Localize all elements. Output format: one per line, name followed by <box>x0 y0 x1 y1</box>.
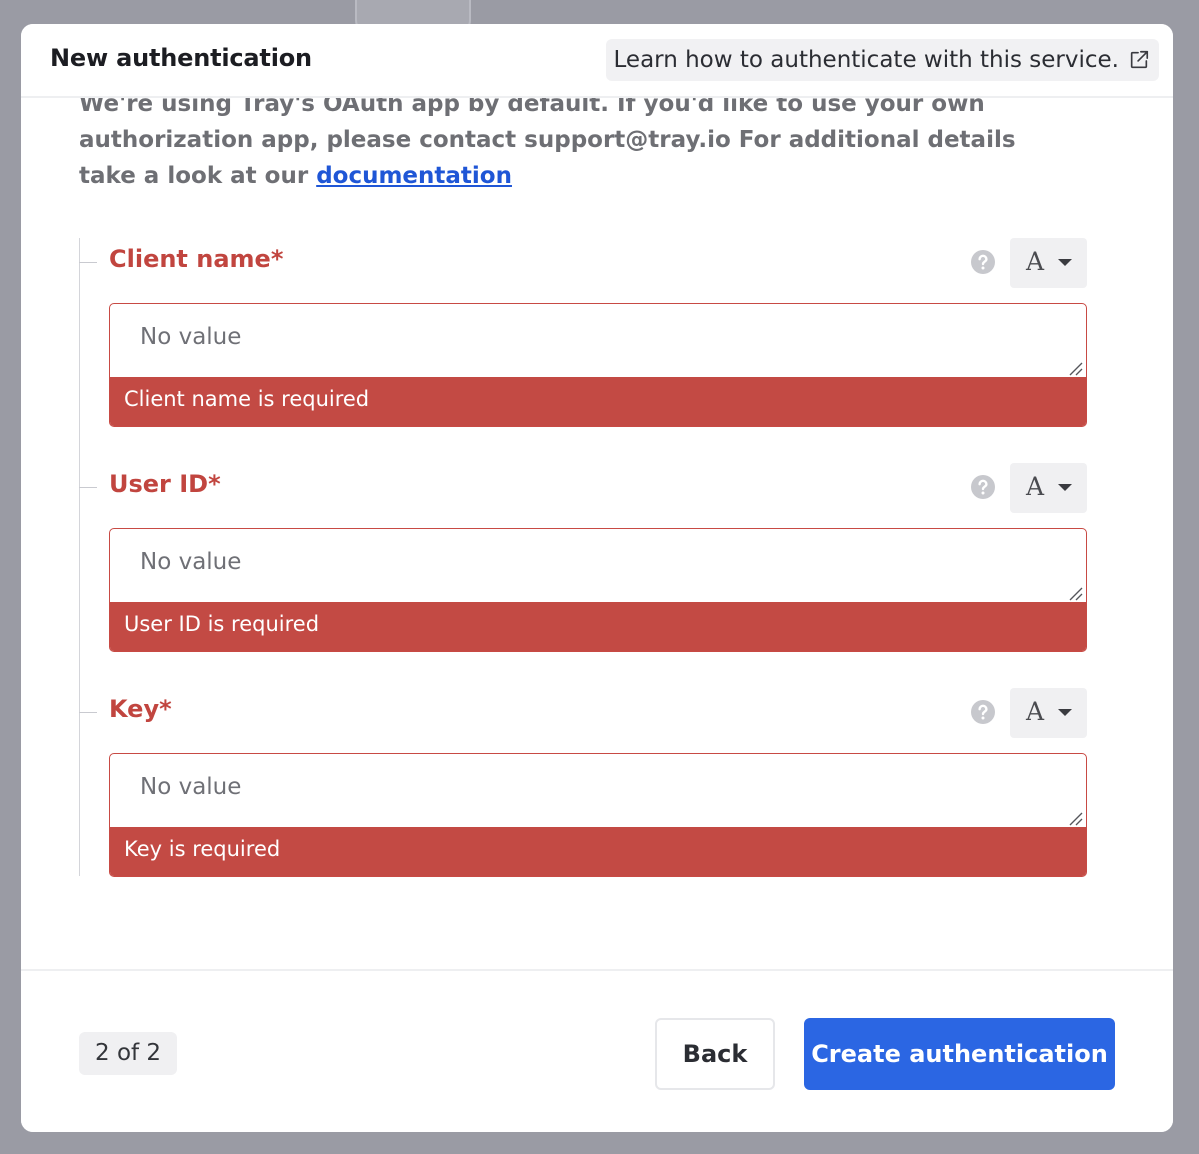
input-placeholder: No value <box>140 549 242 575</box>
error-message: Client name is required <box>124 387 370 411</box>
help-icon[interactable] <box>970 699 996 725</box>
user-id-input[interactable]: No value User ID is required <box>109 528 1087 652</box>
value-type-dropdown[interactable]: A <box>1010 238 1087 288</box>
text-type-letter: A <box>1026 247 1045 276</box>
help-icon[interactable] <box>970 249 996 275</box>
back-button[interactable]: Back <box>655 1018 775 1090</box>
auth-modal: We're using Tray's OAuth app by default.… <box>21 24 1173 1132</box>
field-connector <box>79 487 97 488</box>
input-placeholder: No value <box>140 774 242 800</box>
error-banner: User ID is required <box>110 602 1086 651</box>
field-label: Key* <box>109 695 172 723</box>
modal-header: New authentication Learn how to authenti… <box>21 24 1173 98</box>
caret-down-icon <box>1058 484 1072 491</box>
input-placeholder: No value <box>140 324 242 350</box>
value-type-dropdown[interactable]: A <box>1010 688 1087 738</box>
external-link-icon <box>1130 50 1149 69</box>
error-banner: Client name is required <box>110 377 1086 426</box>
field-label: User ID* <box>109 470 221 498</box>
text-type-letter: A <box>1026 472 1045 501</box>
field-group-rail <box>79 238 80 876</box>
intro-text-block: We're using Tray's OAuth app by default.… <box>79 86 1059 194</box>
error-message: Key is required <box>124 837 281 861</box>
error-message: User ID is required <box>124 612 320 636</box>
learn-auth-link-label: Learn how to authenticate with this serv… <box>613 47 1119 73</box>
field-label: Client name* <box>109 245 284 273</box>
error-banner: Key is required <box>110 827 1086 876</box>
create-authentication-button[interactable]: Create authentication <box>804 1018 1115 1090</box>
client-name-input[interactable]: No value Client name is required <box>109 303 1087 427</box>
caret-down-icon <box>1058 709 1072 716</box>
modal-title: New authentication <box>50 44 312 72</box>
intro-text: We're using Tray's OAuth app by default.… <box>79 91 1016 189</box>
resize-handle-icon[interactable] <box>1069 812 1083 826</box>
resize-handle-icon[interactable] <box>1069 587 1083 601</box>
key-input[interactable]: No value Key is required <box>109 753 1087 877</box>
value-type-dropdown[interactable]: A <box>1010 463 1087 513</box>
learn-auth-link[interactable]: Learn how to authenticate with this serv… <box>605 39 1159 81</box>
text-type-letter: A <box>1026 697 1045 726</box>
documentation-link[interactable]: documentation <box>316 163 512 189</box>
modal-footer: 2 of 2 Back Create authentication <box>21 969 1173 1132</box>
step-indicator: 2 of 2 <box>79 1032 178 1075</box>
resize-handle-icon[interactable] <box>1069 362 1083 376</box>
field-connector <box>79 262 97 263</box>
help-icon[interactable] <box>970 474 996 500</box>
field-connector <box>79 712 97 713</box>
caret-down-icon <box>1058 259 1072 266</box>
